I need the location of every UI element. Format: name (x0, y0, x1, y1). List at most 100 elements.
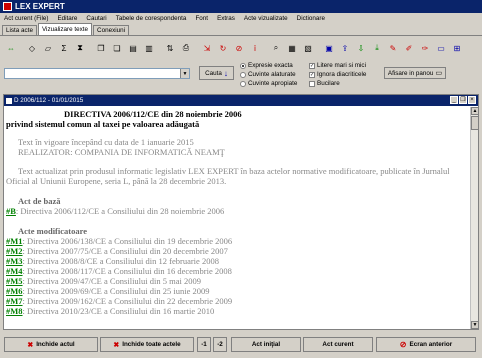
current-act-button[interactable]: Act curent (303, 337, 373, 352)
option-match-case[interactable]: ✓ Litere mari si mici (309, 62, 366, 69)
modifier-row: #M2: Directiva 2007/75/CE a Consiliului … (6, 246, 228, 256)
modifier-link[interactable]: #M8 (6, 306, 23, 316)
checkbox-match-case[interactable]: ✓ (309, 62, 315, 69)
close-act-button[interactable]: ✖ Inchide actul (4, 337, 98, 352)
initial-act-label: Act iniţial (251, 341, 281, 348)
menu-file[interactable]: Act curent (File) (4, 15, 48, 22)
modifier-row: #M3: Directiva 2008/8/CE a Consiliului d… (6, 256, 219, 266)
menu-dictionaries[interactable]: Dictionare (297, 15, 325, 22)
stop-icon[interactable]: ⊘ (232, 41, 246, 55)
option-match-case-label: Litere mari si mici (317, 62, 366, 69)
tab-lista-acte[interactable]: Lista acte (2, 25, 37, 35)
scroll-down-icon[interactable]: ▼ (471, 321, 479, 329)
export-icon[interactable]: ⇪ (338, 41, 352, 55)
display-in-panel-button[interactable]: Afisare in panou ▭ (384, 67, 446, 79)
modifier-text: : Directiva 2009/69/CE a Consiliului din… (22, 286, 210, 296)
scroll-up-icon[interactable]: ▲ (471, 107, 479, 115)
sum-icon[interactable]: Σ (57, 41, 71, 55)
highlight-icon[interactable]: ✑ (418, 41, 432, 55)
document-link-icon[interactable]: ⇲ (200, 41, 214, 55)
modifier-link[interactable]: #M5 (6, 276, 23, 286)
back-one-label: -1 (201, 341, 207, 348)
zoom-icon[interactable]: ⌕ (269, 41, 283, 55)
eraser-icon[interactable]: ◇ (25, 41, 39, 55)
close-all-acts-button[interactable]: ✖ Inchide toate actele (100, 337, 194, 352)
title-bar: LEX EXPERT (0, 0, 482, 13)
document-heading: DIRECTIVA 2006/112/CE din 28 noiembrie 2… (64, 109, 242, 119)
modifier-link[interactable]: #M6 (6, 286, 23, 296)
menu-edit[interactable]: Editare (57, 15, 77, 22)
copy-icon[interactable]: ❐ (94, 41, 108, 55)
option-adjacent-words[interactable]: Cuvinte alaturate (240, 71, 296, 78)
menu-viewed-acts[interactable]: Acte vizualizate (244, 15, 288, 22)
base-act-link[interactable]: #B (6, 206, 16, 216)
modifier-link[interactable]: #M7 (6, 296, 23, 306)
marker-icon[interactable]: ✐ (402, 41, 416, 55)
app-title: LEX EXPERT (15, 2, 65, 11)
chevron-down-icon[interactable]: ▼ (180, 69, 189, 78)
back-two-button[interactable]: -2 (213, 337, 227, 352)
download-icon[interactable]: ⤓ (370, 41, 384, 55)
history-icon[interactable]: ↻ (216, 41, 230, 55)
import-icon[interactable]: ⇩ (354, 41, 368, 55)
radio-adjacent-words[interactable] (240, 71, 246, 78)
document-title-bar: D 2006/112 - 01/01/2015 _ ❐ × (4, 95, 478, 106)
search-input[interactable]: ▼ (4, 68, 190, 79)
update-note-line1: Text actualizat prin produsul informatic… (18, 166, 450, 176)
display-in-panel-label: Afisare in panou (387, 69, 434, 77)
update-note-line2: Oficial al Uniunii Europene, seria L, pâ… (6, 176, 227, 186)
clear-icon[interactable]: ▱ (41, 41, 55, 55)
menu-extras[interactable]: Extras (217, 15, 235, 22)
tab-vizualizare-texte[interactable]: Vizualizare texte (37, 23, 93, 35)
option-loop-label: Bucilare (317, 80, 340, 87)
save-icon[interactable]: ▣ (322, 41, 336, 55)
view-icon[interactable]: ▦ (285, 41, 299, 55)
modifier-text: : Directiva 2009/47/CE a Consiliului din… (22, 276, 202, 286)
checkbox-loop[interactable] (309, 80, 315, 87)
menu-font[interactable]: Font (195, 15, 208, 22)
tab-conexiuni[interactable]: Conexiuni (93, 25, 130, 35)
grid-icon[interactable]: ⊞ (450, 41, 464, 55)
modifier-link[interactable]: #M1 (6, 236, 23, 246)
menu-search[interactable]: Cautari (86, 15, 106, 22)
option-loop[interactable]: Bucilare (309, 80, 340, 87)
vertical-scrollbar[interactable]: ▲ ▼ (470, 107, 479, 329)
option-adjacent-words-label: Cuvinte alaturate (248, 71, 296, 78)
option-ignore-diacritics[interactable]: ✓ Ignora diacriticele (309, 71, 366, 78)
radio-near-words[interactable] (240, 80, 246, 87)
initial-act-button[interactable]: Act iniţial (231, 337, 301, 352)
info-icon[interactable]: ⅰ (248, 41, 262, 55)
option-exact-phrase[interactable]: Expresie exacta (240, 62, 293, 69)
search-button[interactable]: Cauta ↓ (199, 66, 234, 80)
window-icon[interactable]: ▭ (434, 41, 448, 55)
scroll-thumb[interactable] (471, 116, 479, 130)
arrow-down-icon: ↓ (223, 68, 228, 78)
restore-icon[interactable]: ❐ (459, 96, 467, 104)
previous-screen-button[interactable]: ⊘ Ecran anterior (376, 337, 476, 352)
copy-all-icon[interactable]: ❏ (110, 41, 124, 55)
current-act-label: Act curent (322, 341, 354, 348)
layout-icon[interactable]: ▧ (301, 41, 315, 55)
modifier-link[interactable]: #M2 (6, 246, 23, 256)
option-near-words[interactable]: Cuvinte apropiate (240, 80, 297, 87)
checkbox-ignore-diacritics[interactable]: ✓ (309, 71, 315, 78)
no-entry-icon: ⊘ (399, 340, 407, 349)
producer-note: REALIZATOR: COMPANIA DE INFORMATICĂ NEAM… (18, 147, 225, 157)
sort-icon[interactable]: ⇅ (163, 41, 177, 55)
modifier-link[interactable]: #M3 (6, 256, 23, 266)
paste-special-icon[interactable]: ▥ (142, 41, 156, 55)
menu-correspondence[interactable]: Tabele de corespondenta (116, 15, 187, 22)
base-act-heading: Act de bază (18, 196, 61, 206)
radio-exact-phrase[interactable] (240, 62, 246, 69)
minimize-icon[interactable]: _ (450, 96, 458, 104)
back-two-label: -2 (217, 341, 223, 348)
navigate-icon[interactable]: ⇔ (4, 41, 18, 55)
option-exact-phrase-label: Expresie exacta (248, 62, 293, 69)
print-icon[interactable]: ⎙ (179, 41, 193, 55)
modifier-link[interactable]: #M4 (6, 266, 23, 276)
close-icon[interactable]: × (468, 96, 476, 104)
hourglass-icon[interactable]: ⧗ (73, 41, 87, 55)
back-one-button[interactable]: -1 (197, 337, 211, 352)
paste-icon[interactable]: ▤ (126, 41, 140, 55)
pen-icon[interactable]: ✎ (386, 41, 400, 55)
